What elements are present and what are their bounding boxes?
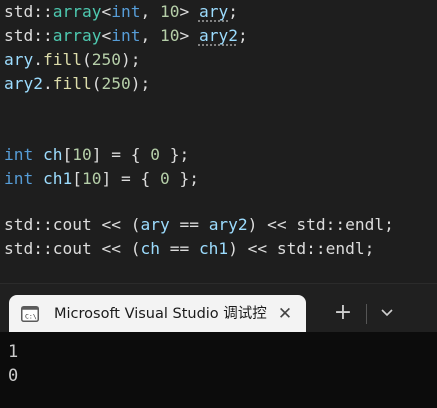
code-line-3: ary.fill(250);	[4, 48, 140, 72]
code-token: ,	[140, 26, 160, 45]
terminal-tab[interactable]: C:\ Microsoft Visual Studio 调试控 ✕	[9, 295, 306, 333]
code-token: .	[42, 74, 53, 93]
code-token: ary2	[198, 26, 238, 45]
code-token: );	[120, 50, 141, 69]
code-token: ary	[4, 50, 34, 69]
code-token: ==	[169, 215, 209, 234]
code-token: [	[72, 169, 82, 188]
code-token: ch	[140, 239, 160, 258]
code-token: int	[4, 169, 34, 188]
output-line-2: 0	[8, 366, 19, 386]
code-token: );	[130, 74, 151, 93]
code-token: fill	[52, 74, 92, 93]
close-icon[interactable]: ✕	[275, 304, 295, 324]
code-token: std::	[4, 215, 53, 234]
code-token: ary2	[208, 215, 248, 234]
code-token: array	[52, 26, 102, 45]
code-token: array	[52, 2, 102, 21]
code-token: ary	[140, 215, 170, 234]
code-token: };	[159, 145, 190, 164]
code-token: 10	[72, 145, 92, 164]
code-token: 0	[159, 169, 170, 188]
code-editor[interactable]: std::array<int, 10> ary; std::array<int,…	[0, 0, 437, 283]
code-token: ch1	[198, 239, 229, 258]
code-token: cout	[52, 239, 92, 258]
code-line-10: std::cout << (ary == ary2) << std::endl;	[4, 213, 394, 237]
code-token: fill	[43, 50, 82, 69]
code-token: std::	[4, 239, 53, 258]
output-line-1: 1	[8, 342, 19, 362]
code-token: int	[111, 2, 141, 21]
console-icon: C:\	[21, 306, 39, 322]
code-token: ;	[384, 215, 394, 234]
terminal-window: C:\ Microsoft Visual Studio 调试控 ✕ + 1 0	[0, 283, 437, 408]
code-token: std::	[276, 239, 326, 258]
code-token: <	[101, 2, 112, 21]
code-token: >	[179, 26, 199, 45]
code-token: ch	[43, 145, 63, 164]
code-line-4: ary2.fill(250);	[4, 72, 150, 96]
code-token: ) <<	[228, 239, 277, 258]
code-line-7: int ch[10] = { 0 };	[4, 143, 189, 167]
code-token: std::	[4, 2, 53, 21]
plus-icon[interactable]: +	[326, 298, 360, 328]
code-token: ) <<	[247, 215, 297, 234]
code-token: ] = {	[91, 145, 151, 164]
code-token: ] = {	[101, 169, 160, 188]
code-token: };	[169, 169, 199, 188]
code-token: << (	[91, 239, 141, 258]
code-token: ,	[140, 2, 160, 21]
code-token: 0	[150, 145, 160, 164]
code-token: endl	[345, 215, 385, 234]
code-line-11: std::cout << (ch == ch1) << std::endl;	[4, 237, 374, 261]
code-token: ==	[159, 239, 199, 258]
terminal-output[interactable]: 1 0	[0, 332, 437, 408]
code-token: cout	[52, 215, 92, 234]
code-token: 10	[82, 169, 102, 188]
code-token: 250	[101, 74, 131, 93]
code-line-2: std::array<int, 10> ary2;	[4, 24, 248, 48]
code-token: (	[91, 74, 102, 93]
code-token: >	[179, 2, 199, 21]
code-token: int	[4, 145, 34, 164]
code-token: int	[111, 26, 141, 45]
code-token: std::	[4, 26, 53, 45]
code-token: ch1	[43, 169, 73, 188]
code-token: ;	[228, 2, 238, 21]
code-token: 10	[159, 26, 180, 45]
code-token: ary2	[4, 74, 43, 93]
code-line-1: std::array<int, 10> ary;	[4, 0, 238, 24]
terminal-tab-strip: C:\ Microsoft Visual Studio 调试控 ✕ +	[0, 283, 437, 333]
code-token: <	[101, 26, 112, 45]
chevron-down-icon[interactable]	[370, 298, 404, 328]
code-token: ary	[198, 2, 229, 21]
terminal-tab-title: Microsoft Visual Studio 调试控	[54, 306, 267, 322]
code-token: (	[81, 50, 92, 69]
svg-text:C:\: C:\	[25, 313, 37, 321]
code-token: endl	[325, 239, 365, 258]
code-token: std::	[296, 215, 346, 234]
code-token: .	[33, 50, 43, 69]
code-line-8: int ch1[10] = { 0 };	[4, 167, 199, 191]
code-token: 10	[159, 2, 180, 21]
code-token: [	[62, 145, 73, 164]
tab-strip-divider	[366, 304, 367, 324]
code-token: ;	[364, 239, 375, 258]
code-token: << (	[91, 215, 141, 234]
code-token: ;	[237, 26, 248, 45]
code-token: 250	[91, 50, 121, 69]
